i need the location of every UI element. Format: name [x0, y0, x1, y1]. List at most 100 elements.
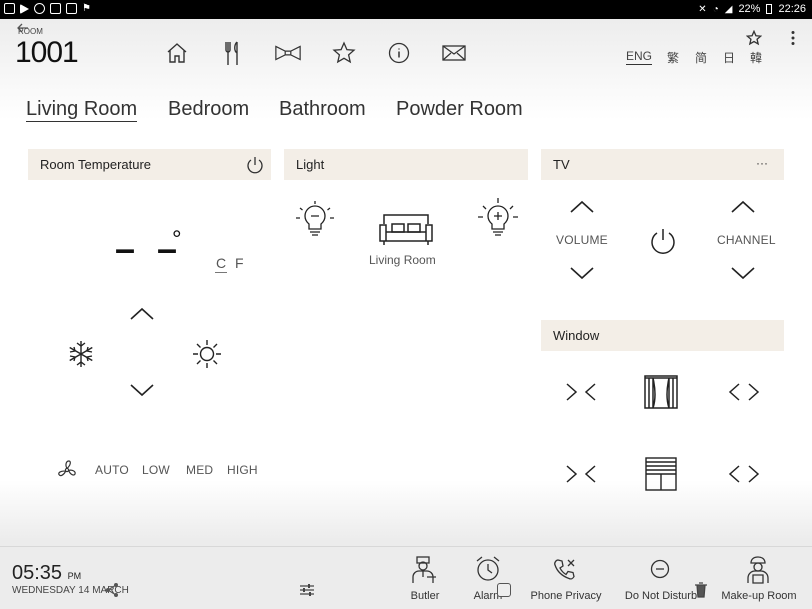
mute-icon: ✕: [698, 3, 707, 15]
share-button[interactable]: [104, 582, 120, 598]
home-icon: [167, 43, 187, 63]
temperature-down-button[interactable]: [129, 383, 155, 397]
adjust-button[interactable]: [299, 582, 315, 598]
delete-button[interactable]: [694, 582, 708, 598]
phone-privacy-icon: [554, 559, 575, 580]
nav-dining[interactable]: [219, 39, 247, 67]
info-icon: [388, 42, 410, 64]
makeup-room-label: Make-up Room: [721, 590, 797, 602]
flag-icon: ⚑: [82, 3, 91, 14]
image-icon: [66, 3, 77, 14]
curtain-toggle-button[interactable]: [643, 374, 679, 410]
living-room-scene-button[interactable]: [378, 210, 434, 248]
butler-button[interactable]: [410, 555, 438, 585]
lang-korean[interactable]: 韓: [750, 49, 762, 66]
notification-icon: [4, 3, 15, 14]
alarm-icon: [476, 556, 500, 581]
temperature-panel-header: Room Temperature: [28, 149, 271, 180]
close-arrows-icon: [566, 465, 596, 483]
makeup-room-icon: [747, 556, 769, 584]
bowtie-icon: [275, 45, 301, 61]
window-title: Window: [553, 328, 600, 343]
unit-celsius[interactable]: C: [215, 255, 228, 273]
unit-fahrenheit[interactable]: F: [235, 255, 244, 271]
blinds-icon: [645, 457, 677, 491]
phone-privacy-label: Phone Privacy: [530, 590, 602, 602]
tab-bedroom[interactable]: Bedroom: [168, 98, 249, 121]
volume-down-button[interactable]: [569, 266, 595, 280]
close-arrows-icon: [566, 383, 596, 401]
butler-icon: [412, 556, 436, 583]
light-title: Light: [296, 157, 325, 172]
cool-mode-button[interactable]: [66, 339, 96, 369]
battery-icon: [766, 4, 773, 14]
screenshot-overlay-icon: [497, 583, 511, 597]
channel-up-button[interactable]: [730, 200, 756, 214]
share-icon: [106, 583, 118, 597]
clock-time: 05:35 PM: [12, 562, 81, 585]
fan-speed-auto[interactable]: AUTO: [95, 463, 129, 477]
chevron-down-icon: [731, 267, 755, 280]
tv-more-button[interactable]: ···: [756, 156, 768, 170]
tv-panel-header: TV: [541, 149, 784, 180]
notification-icons: ⚑: [4, 3, 93, 14]
blind-close-button[interactable]: [565, 464, 597, 484]
do-not-disturb-button[interactable]: [650, 559, 670, 579]
sofa-icon: [379, 214, 433, 245]
fan-speed-low[interactable]: LOW: [142, 463, 170, 477]
heat-mode-button[interactable]: [191, 338, 223, 370]
room-badge: ROOM: [18, 27, 43, 36]
fan-speed-med[interactable]: MED: [186, 463, 213, 477]
fan-button[interactable]: [56, 459, 78, 481]
volume-up-button[interactable]: [569, 200, 595, 214]
lang-traditional-chinese[interactable]: 繁: [667, 49, 679, 66]
curtain-open-button[interactable]: [728, 382, 760, 402]
blind-open-button[interactable]: [728, 464, 760, 484]
power-icon: [247, 157, 263, 174]
wifi-icon: ◔: [712, 3, 719, 15]
tv-power-button[interactable]: [648, 226, 678, 256]
nav-favorites[interactable]: [330, 39, 358, 67]
snowflake-icon: [69, 341, 93, 367]
do-not-disturb-label: Do Not Disturb: [624, 590, 698, 602]
sliders-icon: [300, 584, 314, 596]
blind-toggle-button[interactable]: [644, 456, 678, 492]
curtain-icon: [644, 375, 678, 409]
room-number: 1001: [15, 36, 79, 69]
lang-japanese[interactable]: 日: [723, 49, 735, 66]
lang-eng[interactable]: ENG: [626, 49, 653, 65]
tab-living-room[interactable]: Living Room: [26, 98, 138, 122]
status-time: 22:26: [778, 3, 806, 15]
phone-privacy-button[interactable]: [553, 557, 579, 583]
favorite-button[interactable]: [746, 30, 762, 46]
overflow-menu-button[interactable]: [790, 30, 796, 46]
tab-bathroom[interactable]: Bathroom: [279, 98, 366, 121]
status-bar: ⚑ ✕ ◔ ◢ 22% 22:26: [0, 0, 812, 19]
light-scene-label: Living Room: [369, 253, 436, 267]
butler-label: Butler: [410, 590, 440, 602]
makeup-room-button[interactable]: [745, 555, 771, 585]
gallery-icon: [50, 3, 61, 14]
star-outline-icon: [746, 30, 762, 46]
alarm-button[interactable]: [474, 555, 502, 583]
light-brighten-button[interactable]: [476, 196, 520, 240]
temperature-title: Room Temperature: [40, 157, 152, 172]
mail-icon: [442, 45, 466, 61]
light-dim-button[interactable]: [296, 200, 334, 240]
nav-info[interactable]: [385, 39, 413, 67]
do-not-disturb-icon: [650, 559, 670, 579]
nav-messages[interactable]: [440, 39, 468, 67]
temperature-power-button[interactable]: [245, 155, 265, 175]
temperature-up-button[interactable]: [129, 307, 155, 321]
curtain-close-button[interactable]: [565, 382, 597, 402]
channel-down-button[interactable]: [730, 266, 756, 280]
nav-concierge[interactable]: [274, 39, 302, 67]
fan-speed-high[interactable]: HIGH: [227, 463, 258, 477]
signal-icon: ◢: [724, 3, 733, 15]
star-icon: [332, 41, 356, 64]
dining-icon: [225, 41, 238, 65]
tab-powder-room[interactable]: Powder Room: [396, 98, 523, 121]
lang-simplified-chinese[interactable]: 简: [695, 49, 707, 66]
clock-time-value: 05:35: [12, 562, 63, 584]
nav-home[interactable]: [163, 39, 191, 67]
